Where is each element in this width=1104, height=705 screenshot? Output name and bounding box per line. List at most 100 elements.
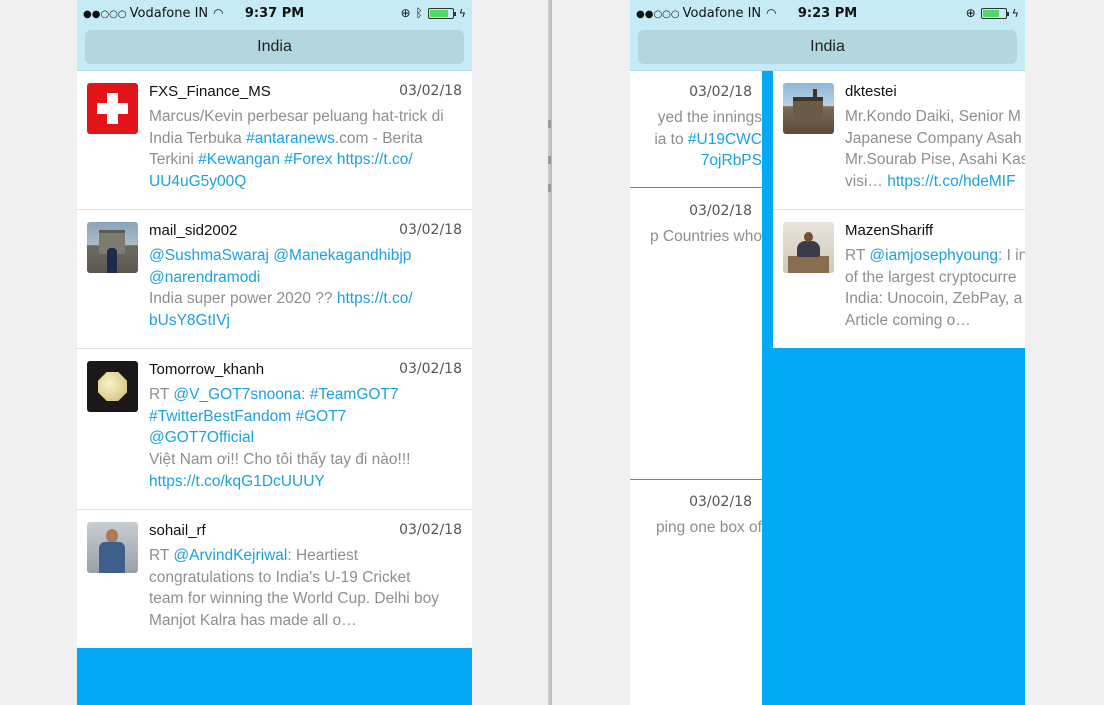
tweet-line: yed the innings xyxy=(630,107,762,129)
tweet-date: 03/02/18 xyxy=(399,222,462,238)
tweet-line: Marcus/Kevin perbesar peluang hat-trick … xyxy=(149,106,467,128)
tweet-line: Việt Nam ơi!! Cho tôi thấy tay đi nào!!! xyxy=(149,449,467,471)
tweet-text-span: India: Unocoin, ZebPay, a xyxy=(845,290,1023,308)
tweet-cell[interactable]: mail_sid2002 03/02/18 @SushmaSwaraj @Man… xyxy=(77,210,472,349)
tweet-line: Mr.Sourab Pise, Asahi Kas xyxy=(845,149,1025,171)
tweet-link[interactable]: #Kewangan xyxy=(198,151,280,168)
tweet-link[interactable]: bUsY8GtIVj xyxy=(149,312,230,329)
nav-title-search[interactable]: India xyxy=(638,30,1017,64)
tweet-link[interactable]: https://t.co/ xyxy=(337,151,413,168)
tweet-line: RT @ArvindKejriwal: Heartiest xyxy=(149,545,467,567)
tweet-link[interactable]: #GOT7 xyxy=(295,408,346,425)
tweet-line: Mr.Kondo Daiki, Senior M xyxy=(845,106,1025,128)
simulator-background-left xyxy=(0,0,77,705)
tweet-cell[interactable]: Tomorrow_khanh 03/02/18 RT @V_GOT7snoona… xyxy=(77,349,472,510)
avatar[interactable] xyxy=(87,522,138,573)
tweet-text-span: team for winning the World Cup. Delhi bo… xyxy=(149,590,440,608)
tweet-link[interactable]: @GOT7Official xyxy=(149,429,254,446)
tweet-cell[interactable]: sohail_rf 03/02/18 RT @ArvindKejriwal: H… xyxy=(77,510,472,648)
nav-bar: India xyxy=(77,28,472,71)
tweet-text-span: Mr.Kondo Daiki, Senior M xyxy=(845,108,1021,125)
orientation-lock-icon: ⊕ xyxy=(965,6,976,20)
tweet-username: sohail_rf xyxy=(149,522,206,539)
tweet-text-span: Japanese Company Asah xyxy=(845,129,1022,147)
edge-tick xyxy=(548,120,551,128)
tweet-link[interactable]: @Manekagandhibjp xyxy=(273,247,411,264)
tweet-line: Japanese Company Asah xyxy=(845,128,1025,150)
tweet-feed[interactable]: FXS_Finance_MS 03/02/18 Marcus/Kevin per… xyxy=(77,71,472,648)
tweet-text: RT @V_GOT7snoona: #TeamGOT7 #TwitterBestF… xyxy=(149,384,467,493)
tweet-link[interactable]: #TeamGOT7 xyxy=(310,386,399,403)
tweet-text-span: : Heartiest xyxy=(287,547,358,564)
avatar[interactable] xyxy=(783,83,834,134)
orientation-lock-icon: ⊕ xyxy=(400,6,411,20)
tweet-link[interactable]: @iamjosephyoung xyxy=(869,247,998,264)
tweet-text-span: of the largest cryptocurre xyxy=(845,268,1017,286)
tweet-line: India super power 2020 ?? https://t.co/ xyxy=(149,288,467,310)
tweet-line: Terkini #Kewangan #Forex https://t.co/ xyxy=(149,149,467,171)
tweet-line: @GOT7Official xyxy=(149,427,467,449)
tweet-text-span: Article coming o… xyxy=(845,312,971,330)
tweet-link[interactable]: @narendramodi xyxy=(149,269,260,286)
tweet-link[interactable]: #antaranews xyxy=(246,130,335,147)
tweet-link[interactable]: UU4uG5y00Q xyxy=(149,173,246,190)
avatar[interactable] xyxy=(87,361,138,412)
bluetooth-icon: ᛒ xyxy=(415,6,423,20)
nav-bar: India xyxy=(630,28,1025,71)
tweet-line: UU4uG5y00Q xyxy=(149,171,467,193)
tweet-text-span: India Terbuka xyxy=(149,129,247,147)
tweet-date: 03/02/18 xyxy=(689,203,752,219)
tweet-line: of the largest cryptocurre xyxy=(845,267,1025,289)
tweet-text: @SushmaSwaraj @Manekagandhibjp @narendram… xyxy=(149,245,467,332)
tweet-text-span: p Countries who xyxy=(649,228,762,245)
tweet-username: FXS_Finance_MS xyxy=(149,83,271,100)
tweet-link[interactable]: #Forex xyxy=(284,151,332,168)
tweet-line: https://t.co/kqG1DcUUUY xyxy=(149,471,467,493)
tweet-line: India: Unocoin, ZebPay, a xyxy=(845,288,1025,310)
tweet-line: RT @iamjosephyoung: I in xyxy=(845,245,1025,267)
charging-bolt-icon: ϟ xyxy=(458,6,466,20)
left-phone-screen: ●●○○○ Vodafone IN ◠ 9:37 PM ⊕ ᛒ ϟ India FX… xyxy=(77,0,472,705)
tweet-link[interactable]: https://t.co/ xyxy=(337,290,413,307)
cell-separator xyxy=(630,187,762,188)
tweet-column-right[interactable]: dktestei Mr.Kondo Daiki, Senior M Japanes… xyxy=(773,71,1025,348)
tweet-column-left[interactable]: 03/02/18 yed the innings ia to #U19CWC 7oj… xyxy=(630,71,762,705)
right-phone-screen: ●●○○○ Vodafone IN ◠ 9:23 PM ⊕ ϟ India 03/0… xyxy=(552,0,1025,705)
tweet-username: Tomorrow_khanh xyxy=(149,361,265,378)
tweet-cell[interactable]: FXS_Finance_MS 03/02/18 Marcus/Kevin per… xyxy=(77,71,472,210)
tweet-line: Article coming o… xyxy=(845,310,1025,332)
battery-icon xyxy=(427,7,456,19)
avatar[interactable] xyxy=(87,83,138,134)
tweet-text-fragment: p Countries who xyxy=(630,226,762,248)
tweet-text: RT @ArvindKejriwal: Heartiest congratulat… xyxy=(149,545,467,632)
tweet-username: mail_sid2002 xyxy=(149,222,238,239)
nav-title-search[interactable]: India xyxy=(85,30,464,64)
tweet-text-span: RT xyxy=(845,247,870,264)
simulator-gap xyxy=(472,0,552,705)
tweet-text-span: congratulations to India's U-19 Cricket xyxy=(149,568,411,586)
column-divider xyxy=(762,71,773,705)
tweet-text-span: yed the innings xyxy=(657,109,762,126)
tweet-line: team for winning the World Cup. Delhi bo… xyxy=(149,588,467,610)
tweet-line: Manjot Kalra has made all o… xyxy=(149,610,467,632)
tweet-text-span: : xyxy=(301,386,310,403)
tweet-text-span: Manjot Kalra has made all o… xyxy=(149,612,357,630)
tweet-link[interactable]: @SushmaSwaraj xyxy=(149,247,269,264)
tweet-text-span: ping one box of xyxy=(655,519,762,536)
tweet-link[interactable]: https://t.co/hdeMIF xyxy=(887,173,1015,190)
tweet-link[interactable]: #TwitterBestFandom xyxy=(149,408,291,425)
tweet-link[interactable]: 7ojRbPS xyxy=(701,152,762,169)
tweet-text-span: Việt Nam ơi!! Cho tôi thấy tay đi nào!!! xyxy=(149,451,411,469)
tweet-cell[interactable]: MazenShariff RT @iamjosephyoung: I in of … xyxy=(773,210,1025,348)
tweet-text-span: RT xyxy=(149,386,174,403)
tweet-link[interactable]: @V_GOT7snoona xyxy=(173,386,301,403)
tweet-link[interactable]: @ArvindKejriwal xyxy=(173,547,287,564)
status-icons: ⊕ ᛒ ϟ xyxy=(400,6,466,20)
avatar[interactable] xyxy=(87,222,138,273)
tweet-link[interactable]: #U19CWC xyxy=(688,131,762,148)
tweet-line: ping one box of xyxy=(630,517,762,539)
tweet-cell[interactable]: dktestei Mr.Kondo Daiki, Senior M Japanes… xyxy=(773,71,1025,210)
avatar[interactable] xyxy=(783,222,834,273)
tweet-text-span: Marcus/Kevin perbesar peluang hat-trick … xyxy=(149,108,444,125)
tweet-link[interactable]: https://t.co/kqG1DcUUUY xyxy=(149,473,325,490)
